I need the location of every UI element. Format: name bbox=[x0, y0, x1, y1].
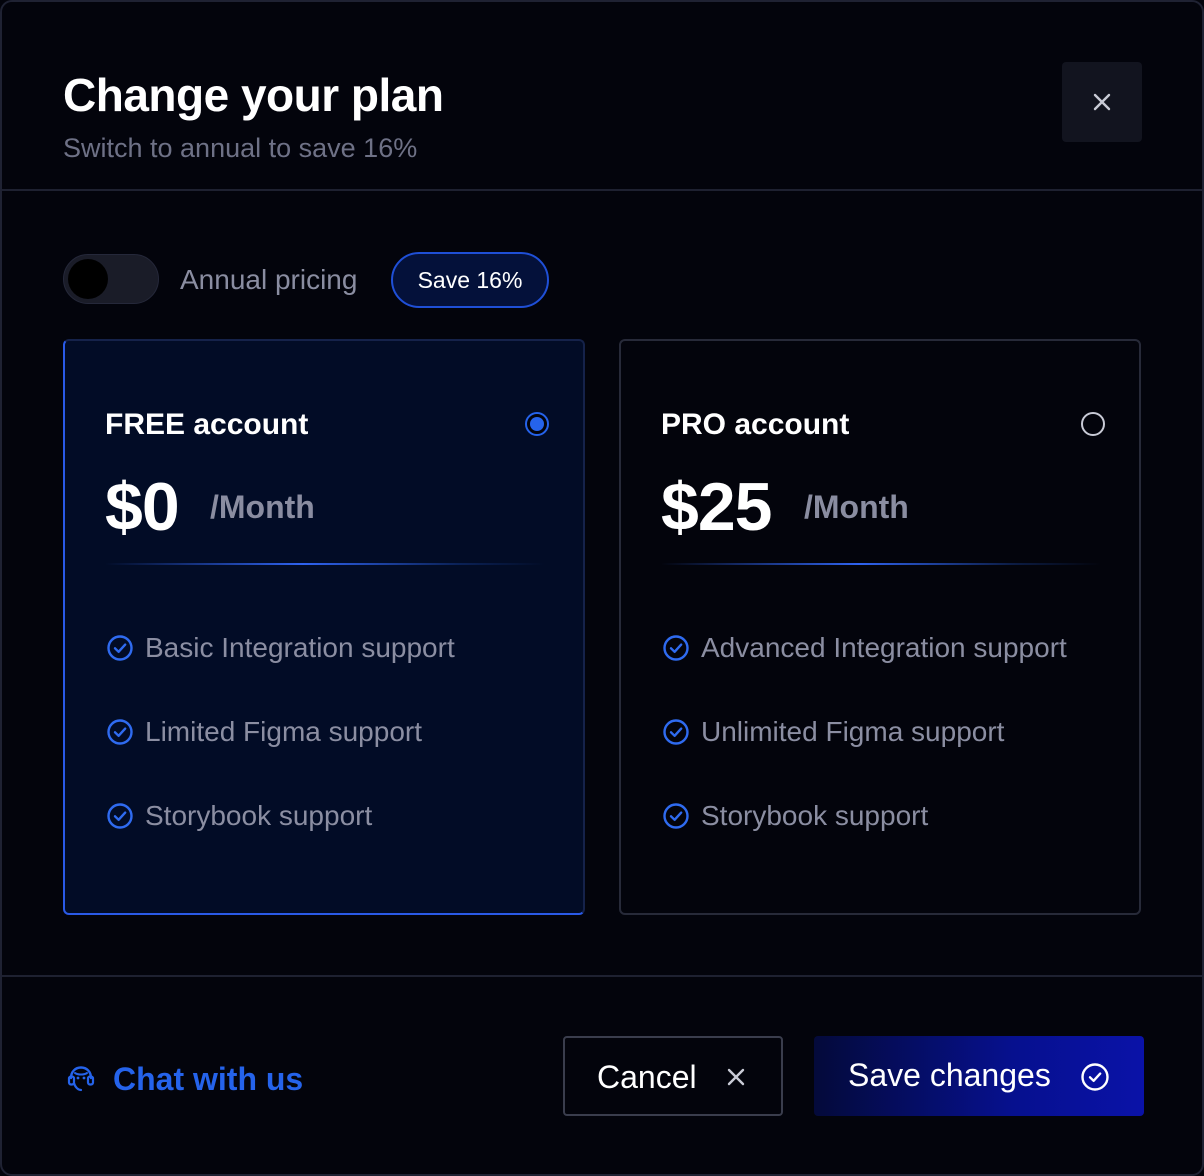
chat-label: Chat with us bbox=[113, 1061, 304, 1097]
save-changes-button[interactable]: Save changes bbox=[814, 1036, 1144, 1116]
check-circle-icon bbox=[1081, 1063, 1109, 1091]
plan-price: $0 bbox=[105, 469, 180, 545]
toggle-knob bbox=[68, 259, 108, 299]
plan-period: /Month bbox=[210, 489, 315, 525]
check-circle-icon bbox=[107, 803, 133, 829]
check-circle-icon bbox=[663, 803, 689, 829]
plan-radio-unselected[interactable] bbox=[1081, 412, 1105, 436]
plan-period: /Month bbox=[804, 489, 909, 525]
cancel-label: Cancel bbox=[597, 1059, 697, 1095]
feature-label: Limited Figma support bbox=[145, 716, 423, 747]
feature-label: Storybook support bbox=[145, 800, 373, 831]
check-circle-icon bbox=[663, 719, 689, 745]
cancel-button[interactable]: Cancel bbox=[563, 1036, 783, 1116]
plan-radio-selected[interactable] bbox=[525, 412, 549, 436]
plan-divider bbox=[661, 563, 1101, 565]
check-circle-icon bbox=[107, 719, 133, 745]
plan-name: PRO account bbox=[661, 408, 850, 441]
plan-price: $25 bbox=[661, 469, 772, 545]
close-icon bbox=[1093, 93, 1111, 111]
change-plan-modal: Change your plan Switch to annual to sav… bbox=[0, 0, 1204, 1176]
page-title: Change your plan bbox=[63, 69, 444, 121]
check-circle-icon bbox=[107, 635, 133, 661]
close-icon bbox=[727, 1068, 745, 1086]
feature-label: Unlimited Figma support bbox=[701, 716, 1005, 747]
annual-pricing-toggle[interactable] bbox=[63, 254, 159, 304]
check-circle-icon bbox=[663, 635, 689, 661]
plan-name: FREE account bbox=[105, 408, 309, 441]
feature-label: Advanced Integration support bbox=[701, 632, 1067, 663]
plan-card-pro[interactable]: PRO account $25 /Month Advanced Integrat… bbox=[619, 339, 1141, 915]
plan-card-free[interactable]: FREE account $0 /Month Basic Integration… bbox=[63, 339, 585, 915]
save-label: Save changes bbox=[848, 1057, 1051, 1093]
page-subtitle: Switch to annual to save 16% bbox=[63, 133, 418, 163]
close-button[interactable] bbox=[1062, 62, 1142, 142]
save-badge: Save 16% bbox=[391, 252, 549, 308]
annual-pricing-label: Annual pricing bbox=[180, 264, 358, 295]
support-agent-icon bbox=[67, 1066, 95, 1092]
plan-divider bbox=[105, 563, 545, 565]
modal-footer: Chat with us Cancel Save changes bbox=[2, 975, 1202, 1174]
modal-header: Change your plan Switch to annual to sav… bbox=[2, 2, 1202, 191]
feature-label: Storybook support bbox=[701, 800, 929, 831]
feature-label: Basic Integration support bbox=[145, 632, 455, 663]
